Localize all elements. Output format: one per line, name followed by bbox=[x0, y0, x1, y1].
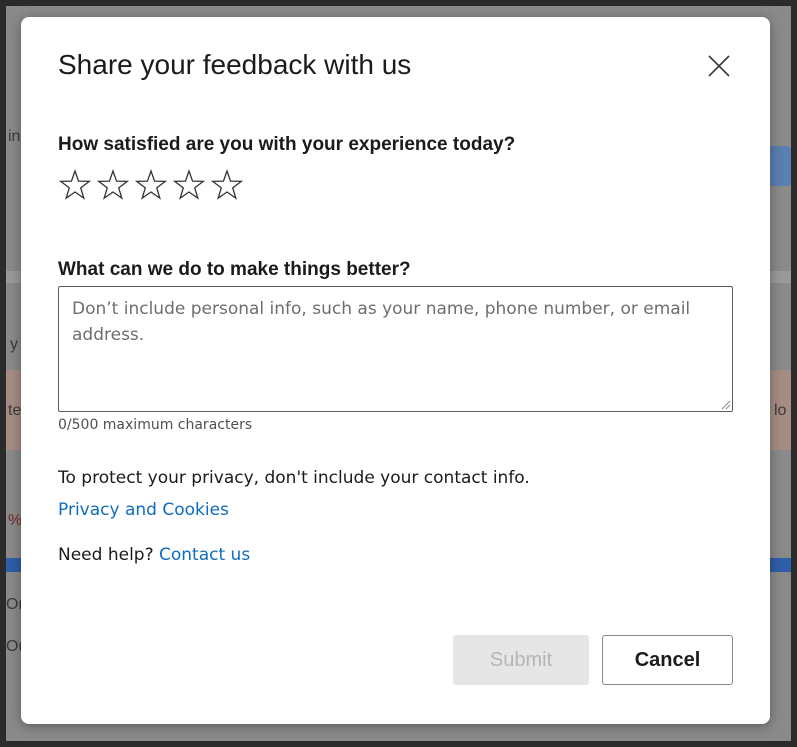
background-accent bbox=[768, 146, 791, 186]
character-count: 0/500 maximum characters bbox=[58, 417, 253, 433]
submit-button[interactable]: Submit bbox=[453, 635, 589, 685]
background-text-fragment: lo bbox=[774, 402, 787, 419]
star-icon[interactable] bbox=[134, 169, 168, 203]
contact-us-link[interactable]: Contact us bbox=[159, 545, 250, 565]
close-button[interactable] bbox=[703, 50, 735, 82]
resize-grip-icon[interactable] bbox=[719, 398, 731, 410]
background-text-fragment: te bbox=[8, 402, 22, 419]
dialog-title: Share your feedback with us bbox=[58, 49, 412, 80]
star-icon[interactable] bbox=[58, 169, 92, 203]
background-text-fragment: in bbox=[8, 128, 21, 145]
star-icon[interactable] bbox=[210, 169, 244, 203]
feedback-textarea[interactable] bbox=[59, 287, 732, 411]
star-icon[interactable] bbox=[96, 169, 130, 203]
help-prefix: Need help? bbox=[58, 545, 154, 565]
star-rating bbox=[58, 169, 244, 203]
background-text-fragment: y bbox=[10, 336, 18, 353]
satisfaction-question: How satisfied are you with your experien… bbox=[58, 134, 516, 155]
feedback-dialog: Share your feedback with us How satisfie… bbox=[21, 17, 770, 724]
cancel-button[interactable]: Cancel bbox=[602, 635, 733, 685]
improvement-question: What can we do to make things better? bbox=[58, 259, 411, 280]
privacy-cookies-link[interactable]: Privacy and Cookies bbox=[58, 500, 229, 520]
feedback-textarea-container bbox=[58, 286, 733, 412]
privacy-note: To protect your privacy, don't include y… bbox=[58, 468, 530, 488]
star-icon[interactable] bbox=[172, 169, 206, 203]
close-icon bbox=[708, 55, 730, 77]
help-line: Need help? Contact us bbox=[58, 545, 250, 565]
